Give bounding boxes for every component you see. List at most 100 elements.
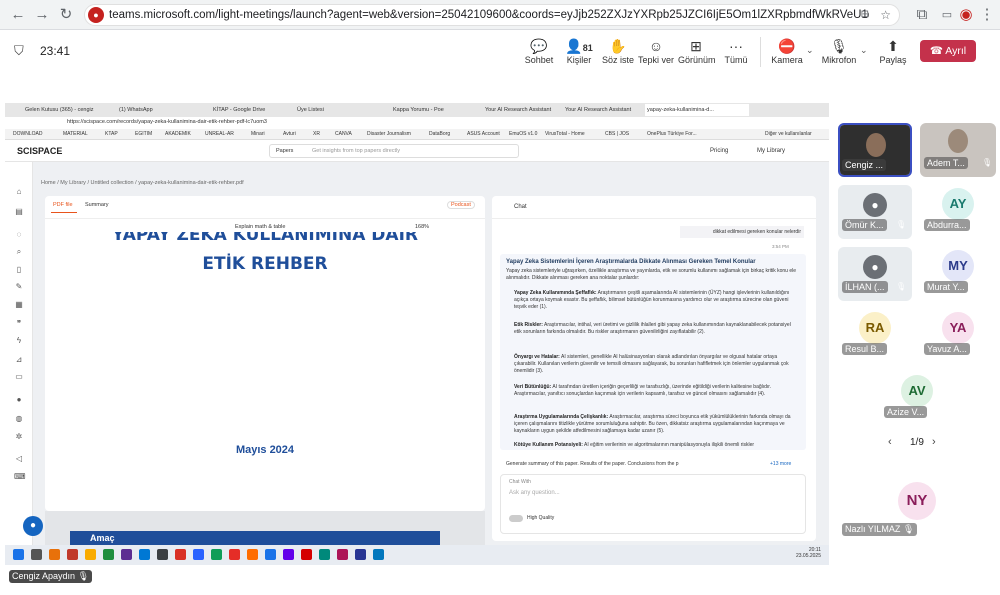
reload-icon[interactable]: ↻ xyxy=(56,5,76,25)
people-button[interactable]: 👤81 Kişiler xyxy=(564,37,594,65)
bolt-icon: ϟ xyxy=(16,336,22,345)
smile-icon: ☺ xyxy=(648,38,664,54)
globe-icon: ◍ xyxy=(15,414,23,423)
shield-icon: ⛉ xyxy=(14,43,24,58)
view-button[interactable]: ⊞ Görünüm xyxy=(678,37,716,65)
participant-tile[interactable]: ● Ömür K... 🎙 xyxy=(838,185,912,239)
chevron-down-icon[interactable]: ⌄ xyxy=(806,45,814,56)
pen-icon: ✎ xyxy=(15,282,23,291)
mic-off-icon: 🎙 xyxy=(896,344,907,353)
shared-tab: Your AI Research Assistant xyxy=(485,107,552,113)
shared-screen: Gelen Kutusu (365) - cengiz (1) WhatsApp… xyxy=(5,103,829,565)
star-icon[interactable]: ☆ xyxy=(880,8,891,22)
apple-icon: ● xyxy=(16,395,22,404)
camera-button[interactable]: ⛔ Kamera xyxy=(770,37,804,65)
chat-icon: 💬 xyxy=(530,38,548,54)
share-button[interactable]: ⬆ Paylaş xyxy=(878,37,908,65)
scispace-header: SCISPACE Papers Get insights from top pa… xyxy=(5,140,829,162)
divider xyxy=(760,37,761,67)
people-count: 81 xyxy=(582,43,593,53)
pdf-date: Mayıs 2024 xyxy=(235,444,295,456)
user-message: dikkat edilmesi gereken konular nelerdir xyxy=(680,226,804,238)
shared-tab-active: yapay-zeka-kullanimina-d... xyxy=(645,104,749,116)
menu-icon[interactable]: ⋮ xyxy=(977,5,997,25)
mic-off-icon: 🎙 xyxy=(830,38,848,54)
ask-input: Ask any question... xyxy=(509,490,560,496)
chevron-down-icon[interactable]: ⌄ xyxy=(860,45,868,56)
forward-icon[interactable]: → xyxy=(32,5,52,25)
mic-off-icon: 🎙 xyxy=(982,282,993,291)
phone-icon: ☎ xyxy=(929,45,946,57)
mic-off-icon: 🎙 xyxy=(982,158,993,167)
prev-page-icon[interactable]: ‹ xyxy=(888,436,892,448)
participant-initials: AV xyxy=(901,375,933,407)
breadcrumb: Home / My Library / Untitled collection … xyxy=(41,180,244,186)
raise-hand-button[interactable]: ✋ Söz iste xyxy=(602,37,634,65)
people-icon: 👤 xyxy=(565,38,583,54)
profile-icon[interactable]: ◉ xyxy=(956,5,976,25)
participant-tile[interactable]: YA Yavuz A... 🎙 xyxy=(920,309,996,363)
extensions-icon[interactable]: ⧉ xyxy=(912,5,932,25)
shared-taskbar: 20:11 23.05.2025 xyxy=(5,545,829,565)
more-button[interactable]: ··· Tümü xyxy=(722,37,750,65)
address-bar[interactable]: ● teams.microsoft.com/light-meetings/lau… xyxy=(84,4,900,26)
toggle xyxy=(509,515,523,522)
camera-off-icon: ⛔ xyxy=(778,38,796,54)
quote-icon: ❞ xyxy=(16,319,22,328)
mic-off-icon: 🎙 xyxy=(982,220,993,229)
participant-tile[interactable]: Adem T... 🎙 xyxy=(920,123,996,177)
participant-initials: YA xyxy=(942,312,974,344)
more-icon: ··· xyxy=(729,38,743,54)
translate-icon[interactable]: ⊞ xyxy=(861,9,869,20)
participant-tile[interactable]: ● İLHAN (... 🎙 xyxy=(838,247,912,301)
sidebar-icon[interactable]: ▭ xyxy=(937,5,957,25)
mic-recording-icon[interactable]: ● xyxy=(88,7,104,23)
flow-icon: ⊿ xyxy=(15,355,23,364)
shared-bookmarks: DOWNLOAD MATERIAL KTAP EGITIM AKADEMIK U… xyxy=(5,129,829,140)
participant-tile[interactable]: MY Murat Y... 🎙 xyxy=(920,247,996,301)
person-icon: ● xyxy=(863,193,887,217)
keyboard-icon: ⌨ xyxy=(14,472,26,481)
participant-tile[interactable]: NY Nazlı YILMAZ 🎙 xyxy=(838,460,996,540)
shared-tab: (1) WhatsApp xyxy=(119,107,153,113)
library-icon: ▤ xyxy=(15,207,23,216)
mic-off-icon: 🎙 xyxy=(938,407,949,416)
chat-button[interactable]: 💬 Sohbet xyxy=(524,37,554,65)
react-button[interactable]: ☺ Tepki ver xyxy=(638,37,674,65)
meeting-toolbar: ⛉ 23:41 💬 Sohbet 👤81 Kişiler ✋ Söz iste … xyxy=(0,31,1000,74)
next-page-icon[interactable]: › xyxy=(932,436,936,448)
chat-icon: ◌ xyxy=(16,230,22,239)
pdf-panel: PDF file Summary Podcast Explain math & … xyxy=(45,196,485,511)
participant-tile[interactable]: AY Abdurra... 🎙 xyxy=(920,185,996,239)
mic-off-icon: 🎙 xyxy=(982,344,993,353)
shared-tab: Üye Listesi xyxy=(297,107,324,113)
meeting-timer: 23:41 xyxy=(40,44,71,58)
ai-chat-panel: Chat dikkat edilmesi gereken konular nel… xyxy=(492,196,816,541)
mic-button[interactable]: 🎙 Mikrofon xyxy=(820,37,858,65)
participant-tile[interactable]: RA Resul B... 🎙 xyxy=(838,309,912,363)
participant-tile[interactable]: Cengiz ... xyxy=(838,123,912,177)
mic-off-icon: 🎙 xyxy=(896,282,907,291)
answer-intro: Yapay zeka sistemleriyle uğraşırken, öze… xyxy=(506,268,797,281)
pdf-next-heading: Amaç xyxy=(70,531,440,545)
chat-title: Chat xyxy=(514,204,527,210)
share-icon: ⬆ xyxy=(887,38,899,54)
participant-initials: RA xyxy=(859,312,891,344)
url-text: teams.microsoft.com/light-meetings/launc… xyxy=(109,9,869,21)
participant-video xyxy=(866,133,886,157)
back-icon[interactable]: ← xyxy=(8,5,28,25)
shared-search: Papers Get insights from top papers dire… xyxy=(269,144,519,158)
pdf-title-line2: ETİK REHBER xyxy=(202,254,328,274)
leave-button[interactable]: ☎ Ayrıl xyxy=(920,40,976,62)
shared-side-icons: ⌂ ▤ ◌ ⌕ ▯ ✎ ▦ ❞ ϟ ⊿ ▭ ● ◍ ✲ ◁ ⌨ ● xyxy=(5,162,43,545)
pager-text: 1/9 xyxy=(910,437,924,448)
participant-tile[interactable]: AV Azize V... 🎙 xyxy=(880,372,954,426)
user-avatar-icon: ● xyxy=(23,516,43,536)
pdf-title-line1: YAPAY ZEKA KULLANIMINA DAİR xyxy=(112,232,418,242)
home-icon: ⌂ xyxy=(16,187,22,196)
shared-tab: KİTAP - Google Drive xyxy=(213,107,266,113)
shared-browser-tabs: Gelen Kutusu (365) - cengiz (1) WhatsApp… xyxy=(5,103,829,117)
scispace-logo: SCISPACE xyxy=(17,146,63,156)
participant-initials: AY xyxy=(942,188,974,220)
shared-address-bar: https://scispace.com/records/yapay-zeka-… xyxy=(5,117,829,129)
